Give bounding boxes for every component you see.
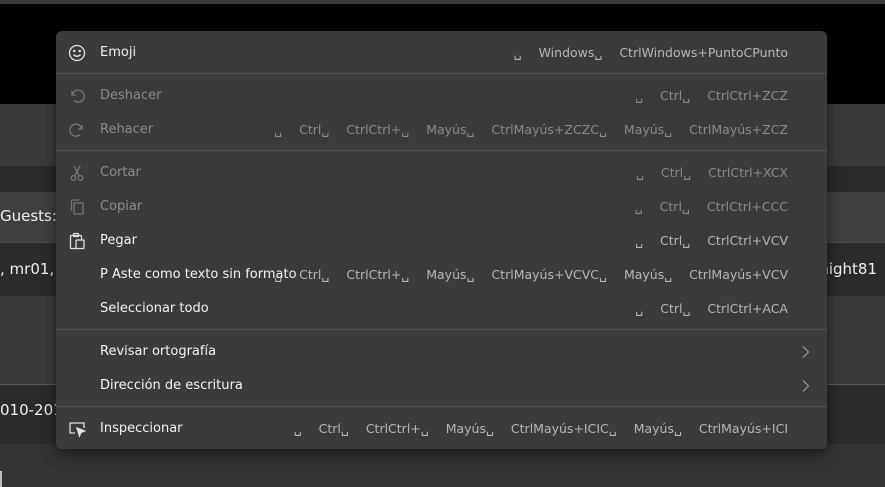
menu-item-label: Emoji <box>100 45 137 60</box>
context-menu: Emoji ␣ Windows␣ CtrlWindows+PuntoCPunto… <box>56 31 827 449</box>
menu-separator <box>56 73 827 74</box>
menu-item-redo[interactable]: Rehacer ␣ Ctrl␣ CtrlCtrl+␣ Mayús␣ CtrlMa… <box>56 113 827 147</box>
inspect-icon <box>66 418 88 440</box>
menu-item-copy[interactable]: Copiar ␣ Ctrl␣ CtrlCtrl+CCC <box>56 190 827 224</box>
menu-item-shortcut: ␣ Windows␣ CtrlWindows+PuntoCPunto <box>513 45 788 60</box>
menu-item-shortcut: ␣ Ctrl␣ CtrlCtrl+VCV <box>635 233 788 248</box>
undo-icon <box>66 85 88 107</box>
menu-separator <box>56 406 827 407</box>
menu-item-shortcut: ␣ Ctrl␣ CtrlCtrl+ACA <box>635 301 788 316</box>
scissors-icon <box>66 162 88 184</box>
menu-item-shortcut: ␣ Ctrl␣ CtrlCtrl+ZCZ <box>635 88 788 103</box>
menu-item-paste-plain-text[interactable]: P Aste como texto sin formato ␣ Ctrl␣ Ct… <box>56 258 827 292</box>
emoji-icon <box>66 42 88 64</box>
menu-item-label: Dirección de escritura <box>100 378 243 393</box>
menu-item-shortcut: ␣ Ctrl␣ CtrlCtrl+CCC <box>634 199 788 214</box>
menu-item-label: Copiar <box>100 199 143 214</box>
menu-item-inspect[interactable]: Inspeccionar ␣ Ctrl␣ CtrlCtrl+␣ Mayús␣ C… <box>56 412 827 446</box>
guest-names-right: night81 <box>819 260 877 278</box>
guests-label: Guests: <box>0 207 57 225</box>
menu-item-paste[interactable]: Pegar ␣ Ctrl␣ CtrlCtrl+VCV <box>56 224 827 258</box>
menu-item-shortcut: ␣ Ctrl␣ CtrlCtrl+␣ Mayús␣ CtrlMayús+ZCZC… <box>274 122 788 137</box>
menu-item-shortcut: ␣ Ctrl␣ CtrlCtrl+␣ Mayús␣ CtrlMayús+VCVC… <box>274 267 788 282</box>
menu-item-label: Seleccionar todo <box>100 301 209 316</box>
copy-icon <box>66 196 88 218</box>
page-bottom-area <box>0 444 885 487</box>
menu-item-label: Revisar ortografía <box>100 344 217 359</box>
redo-icon <box>66 119 88 141</box>
menu-item-undo[interactable]: Deshacer ␣ Ctrl␣ CtrlCtrl+ZCZ <box>56 79 827 113</box>
menu-item-cut[interactable]: Cortar ␣ Ctrl␣ CtrlCtrl+XCX <box>56 156 827 190</box>
menu-item-label: Pegar <box>100 233 137 248</box>
menu-item-shortcut: ␣ Ctrl␣ CtrlCtrl+XCX <box>635 165 788 180</box>
chevron-right-icon <box>802 380 810 392</box>
menu-separator <box>56 329 827 330</box>
menu-item-label: Inspeccionar <box>100 421 183 436</box>
text-cursor <box>0 471 2 487</box>
menu-item-shortcut: ␣ Ctrl␣ CtrlCtrl+␣ Mayús␣ CtrlMayús+ICIC… <box>293 421 788 436</box>
clipboard-icon <box>66 230 88 252</box>
menu-item-label: Deshacer <box>100 88 162 103</box>
menu-item-select-all[interactable]: Seleccionar todo ␣ Ctrl␣ CtrlCtrl+ACA <box>56 292 827 326</box>
menu-item-label: Cortar <box>100 165 141 180</box>
menu-separator <box>56 150 827 151</box>
menu-item-writing-direction[interactable]: Dirección de escritura <box>56 369 827 403</box>
chevron-right-icon <box>802 346 810 358</box>
menu-item-emoji[interactable]: Emoji ␣ Windows␣ CtrlWindows+PuntoCPunto <box>56 36 827 70</box>
menu-item-spellcheck[interactable]: Revisar ortografía <box>56 335 827 369</box>
menu-item-label: Rehacer <box>100 122 154 137</box>
